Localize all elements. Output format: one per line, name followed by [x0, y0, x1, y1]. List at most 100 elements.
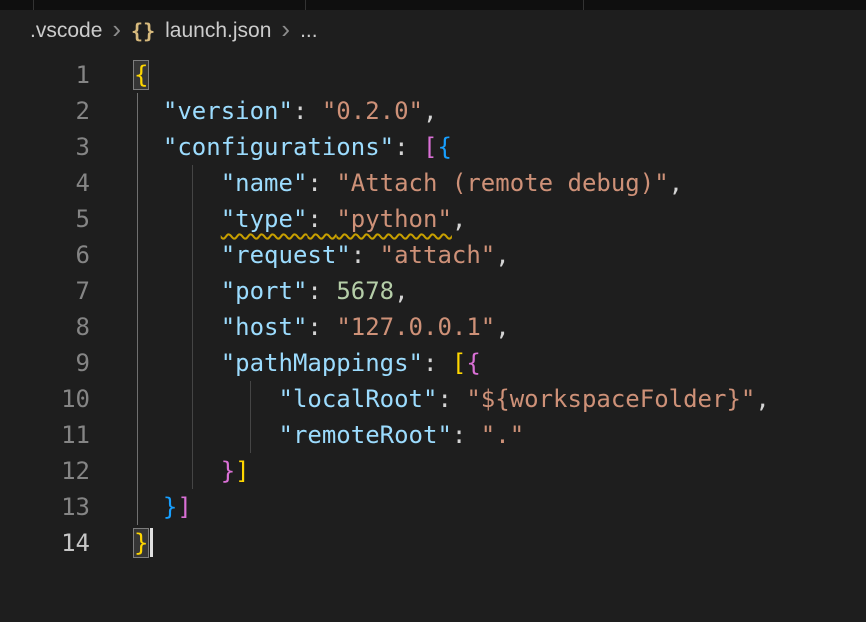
code-token	[134, 349, 221, 377]
line-number[interactable]: 4	[0, 165, 98, 201]
code-lines: 1{2 "version": "0.2.0",3 "configurations…	[0, 57, 866, 561]
code-line[interactable]: 4 "name": "Attach (remote debug)",	[0, 165, 866, 201]
code-token: ,	[755, 385, 769, 413]
code-text: "configurations": [{	[98, 129, 452, 165]
editor[interactable]: 1{2 "version": "0.2.0",3 "configurations…	[0, 52, 866, 561]
code-token	[134, 277, 221, 305]
json-key: "name"	[221, 169, 308, 197]
code-text: }]	[98, 453, 250, 489]
code-token	[134, 169, 221, 197]
code-token	[134, 241, 221, 269]
text-cursor	[150, 528, 153, 557]
code-token: ,	[452, 205, 466, 233]
code-token: {	[134, 61, 148, 89]
json-key: "host"	[221, 313, 308, 341]
json-key: "pathMappings"	[221, 349, 423, 377]
code-token: {	[466, 349, 480, 377]
breadcrumb-folder[interactable]: .vscode	[30, 19, 102, 43]
code-text: "request": "attach",	[98, 237, 510, 273]
code-token: ]	[177, 493, 191, 521]
code-token	[134, 313, 221, 341]
line-number[interactable]: 12	[0, 453, 98, 489]
code-token: ]	[235, 457, 249, 485]
code-token: ,	[394, 277, 408, 305]
code-line[interactable]: 3 "configurations": [{	[0, 129, 866, 165]
code-line[interactable]: 1{	[0, 57, 866, 93]
json-file-icon: {}	[131, 19, 155, 43]
code-line[interactable]: 11 "remoteRoot": "."	[0, 417, 866, 453]
code-token: :	[351, 241, 380, 269]
code-token: "Attach (remote debug)"	[336, 169, 668, 197]
code-token: :	[293, 97, 322, 125]
code-line[interactable]: 5 "type": "python",	[0, 201, 866, 237]
indent-guide	[250, 381, 251, 453]
code-token: [	[452, 349, 466, 377]
json-key: "port"	[221, 277, 308, 305]
line-number[interactable]: 10	[0, 381, 98, 417]
code-text: "remoteRoot": "."	[98, 417, 524, 453]
code-line[interactable]: 13 }]	[0, 489, 866, 525]
code-token: ,	[495, 313, 509, 341]
breadcrumb-symbol-more[interactable]: ...	[300, 19, 318, 43]
code-text: "type": "python",	[98, 201, 466, 237]
chevron-right-icon: ›	[281, 16, 290, 46]
line-number[interactable]: 8	[0, 309, 98, 345]
json-key: "request"	[221, 241, 351, 269]
json-key: "localRoot"	[279, 385, 438, 413]
line-number[interactable]: 6	[0, 237, 98, 273]
line-number[interactable]: 14	[0, 525, 98, 561]
code-text: {	[98, 57, 148, 93]
code-token: :	[307, 313, 336, 341]
code-text: "version": "0.2.0",	[98, 93, 437, 129]
indent-guide	[137, 93, 138, 525]
line-number[interactable]: 7	[0, 273, 98, 309]
code-text: "pathMappings": [{	[98, 345, 481, 381]
json-key: "configurations"	[163, 133, 394, 161]
code-token: "0.2.0"	[322, 97, 423, 125]
code-line[interactable]: 9 "pathMappings": [{	[0, 345, 866, 381]
code-token: :	[394, 133, 423, 161]
line-number[interactable]: 13	[0, 489, 98, 525]
code-token: }	[221, 457, 235, 485]
code-token: }	[134, 529, 148, 557]
code-token: [	[423, 133, 437, 161]
code-text: "localRoot": "${workspaceFolder}",	[98, 381, 770, 417]
code-text: "port": 5678,	[98, 273, 409, 309]
code-line[interactable]: 14}	[0, 525, 866, 561]
code-token: 5678	[336, 277, 394, 305]
line-number[interactable]: 5	[0, 201, 98, 237]
code-text: "name": "Attach (remote debug)",	[98, 165, 683, 201]
code-token: "python"	[336, 205, 452, 233]
indent-guide	[192, 165, 193, 489]
code-token: :	[307, 277, 336, 305]
json-key: "type"	[221, 205, 308, 233]
code-line[interactable]: 8 "host": "127.0.0.1",	[0, 309, 866, 345]
code-token: "."	[481, 421, 524, 449]
code-token	[134, 421, 279, 449]
code-token: :	[307, 205, 336, 233]
line-number[interactable]: 1	[0, 57, 98, 93]
code-token: :	[437, 385, 466, 413]
chevron-right-icon: ›	[112, 16, 121, 46]
line-number[interactable]: 2	[0, 93, 98, 129]
tab-separator	[305, 0, 306, 10]
code-token: ,	[423, 97, 437, 125]
code-token: :	[452, 421, 481, 449]
breadcrumb-file[interactable]: launch.json	[165, 19, 271, 43]
code-token: ,	[495, 241, 509, 269]
code-token: :	[307, 169, 336, 197]
line-number[interactable]: 3	[0, 129, 98, 165]
code-line[interactable]: 2 "version": "0.2.0",	[0, 93, 866, 129]
line-number[interactable]: 11	[0, 417, 98, 453]
tab-separator	[33, 0, 34, 10]
code-text: }	[98, 525, 153, 561]
code-line[interactable]: 12 }]	[0, 453, 866, 489]
code-token	[134, 493, 163, 521]
line-number[interactable]: 9	[0, 345, 98, 381]
code-line[interactable]: 6 "request": "attach",	[0, 237, 866, 273]
code-line[interactable]: 10 "localRoot": "${workspaceFolder}",	[0, 381, 866, 417]
code-token	[134, 385, 279, 413]
code-line[interactable]: 7 "port": 5678,	[0, 273, 866, 309]
code-token: {	[437, 133, 451, 161]
code-token: "${workspaceFolder}"	[466, 385, 755, 413]
